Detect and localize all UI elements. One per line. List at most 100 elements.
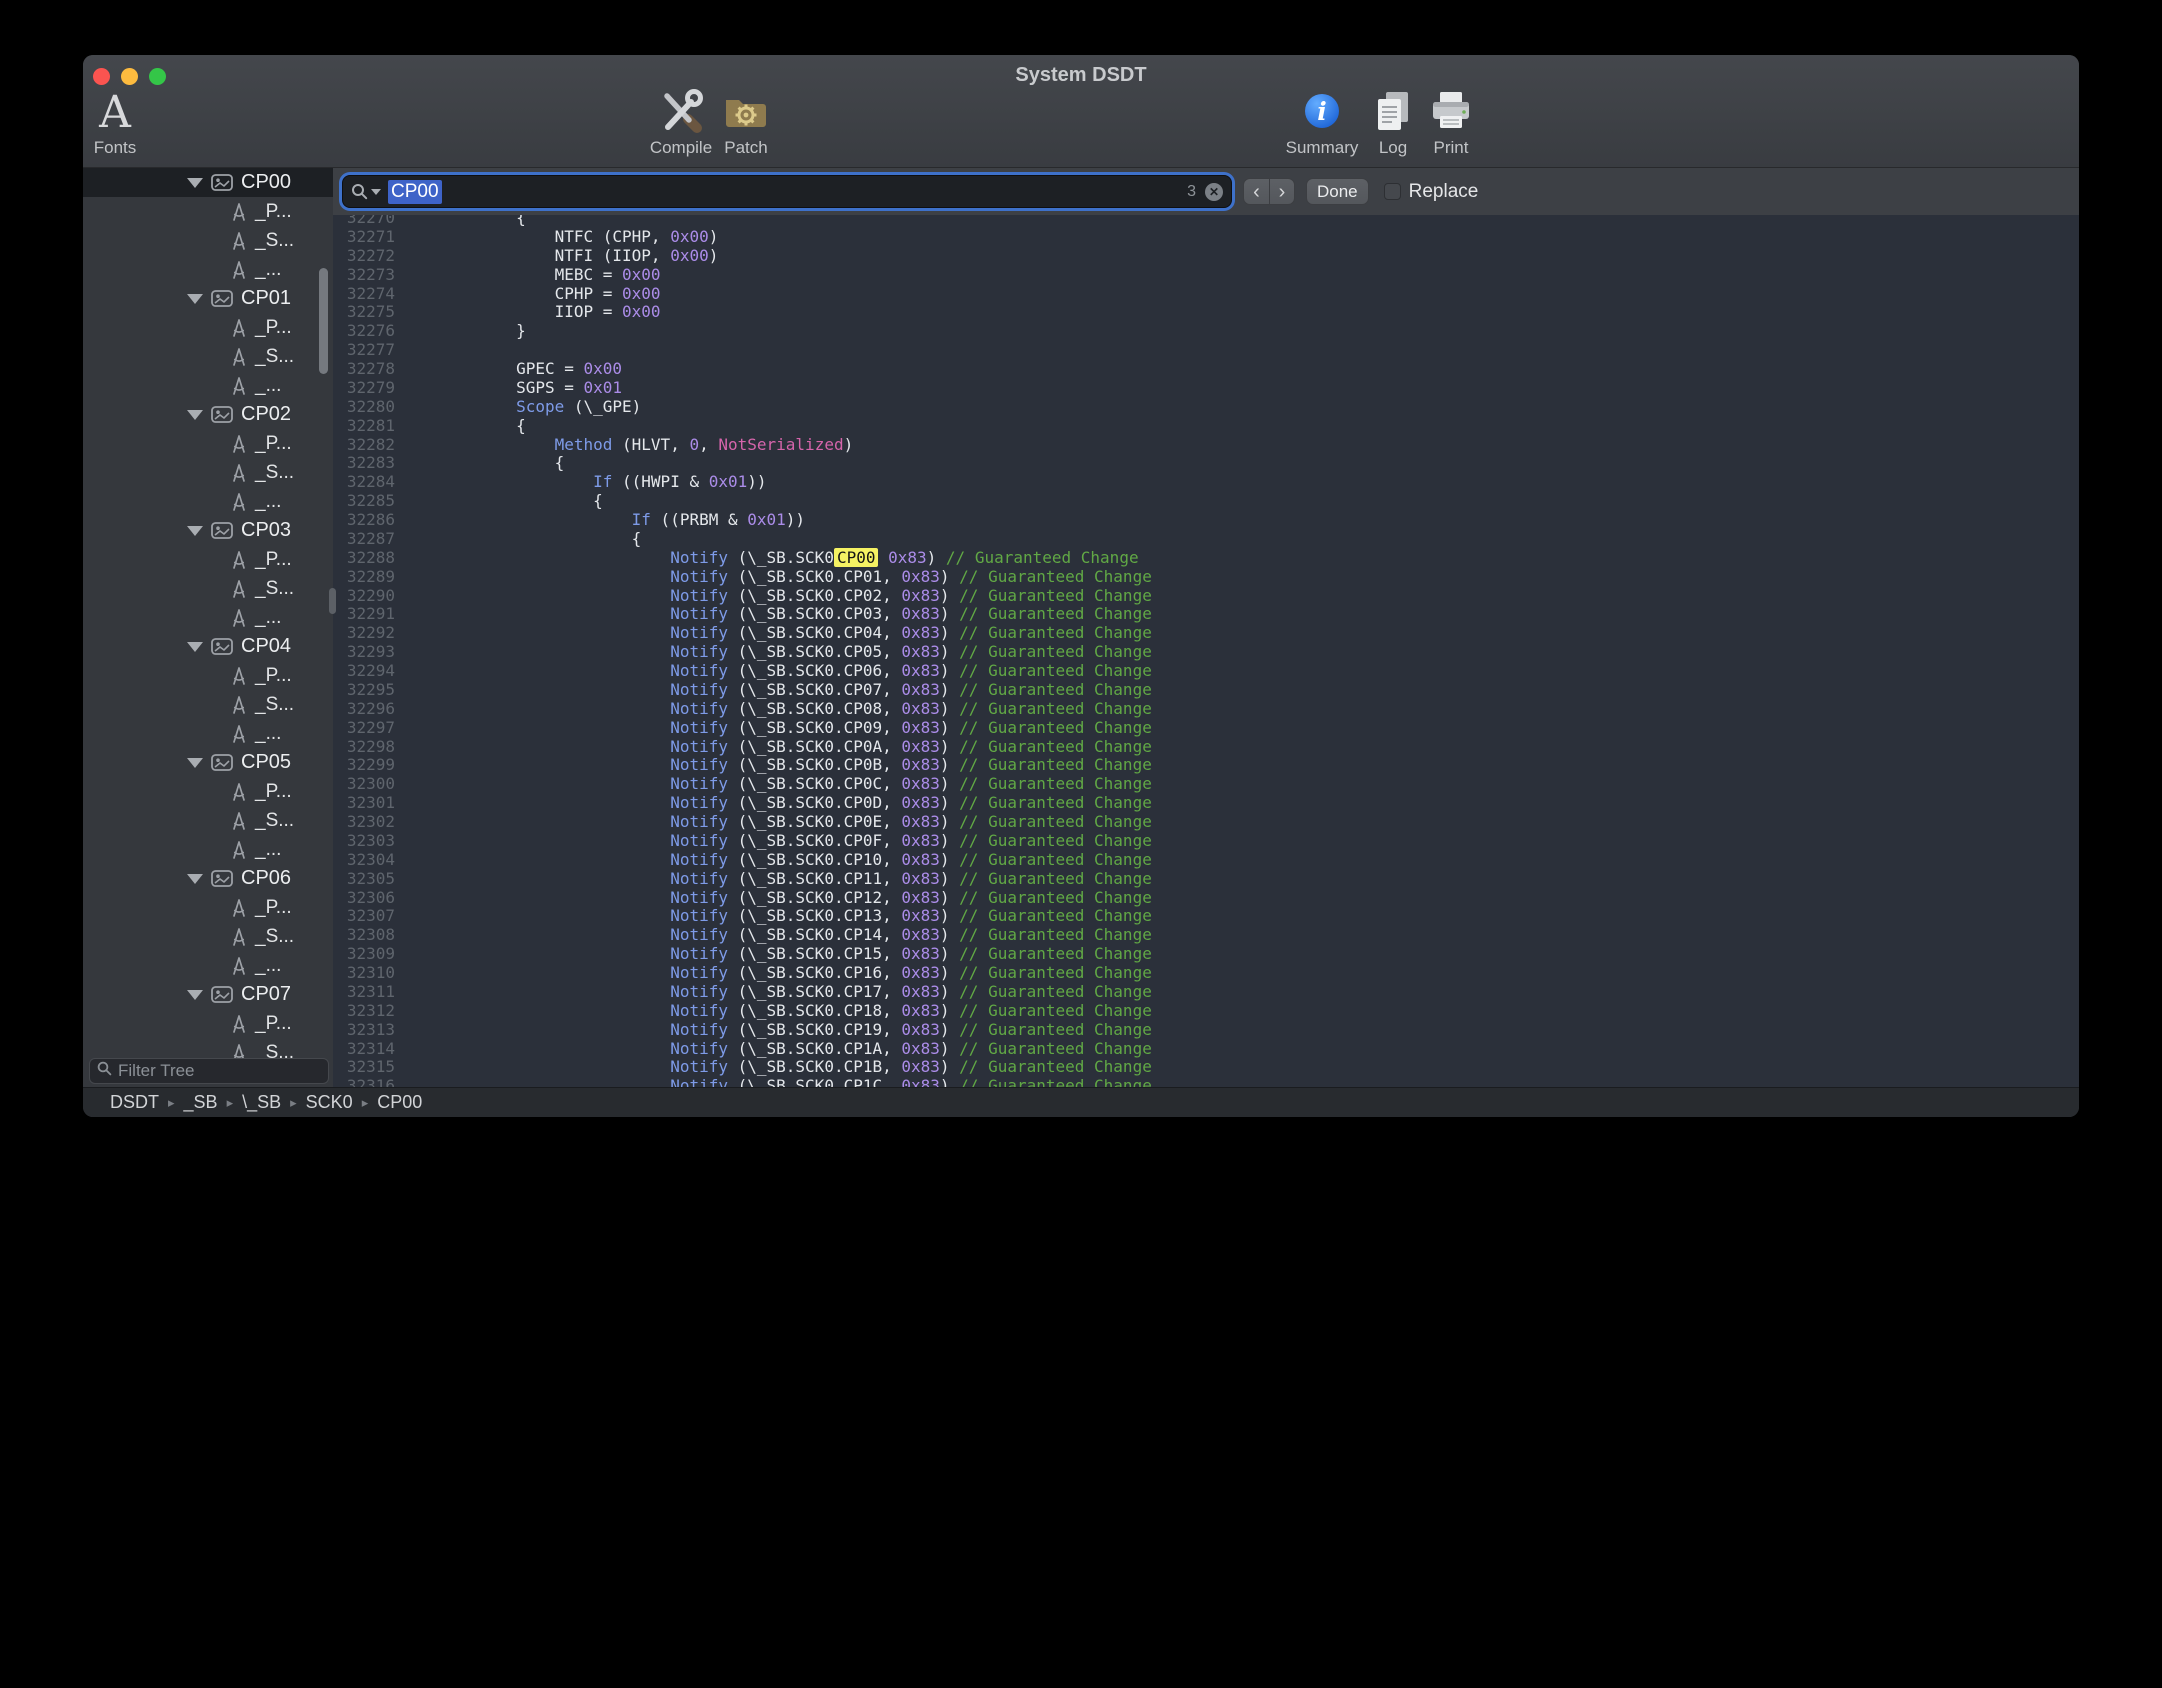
breadcrumb-item[interactable]: SCK0 [306, 1092, 353, 1113]
search-input[interactable]: CP00 3 ✕ [343, 176, 1231, 207]
tree-child-item[interactable]: _S... [83, 690, 333, 719]
breadcrumb-separator-icon: ▸ [362, 1095, 369, 1111]
tree-child-item[interactable]: _S... [83, 574, 333, 603]
next-match-button[interactable]: › [1269, 178, 1295, 205]
print-label: Print [1403, 138, 1499, 158]
disclosure-triangle-icon[interactable] [187, 294, 203, 304]
scope-icon [211, 406, 233, 423]
sidebar: CP00_P..._S..._...CP01_P..._S..._...CP02… [83, 168, 333, 1087]
tree-child-item[interactable]: _S... [83, 342, 333, 371]
tree-child-item[interactable]: _P... [83, 545, 333, 574]
tree-child-item[interactable]: _P... [83, 429, 333, 458]
disclosure-triangle-icon[interactable] [187, 642, 203, 652]
line-number: 32302 [333, 813, 395, 832]
tree-child-label: _S... [255, 1042, 294, 1059]
tree-item-label: CP05 [241, 751, 291, 774]
breadcrumb-item[interactable]: CP00 [377, 1092, 422, 1113]
window-title: System DSDT [83, 64, 2079, 87]
tree-child-item[interactable]: _... [83, 719, 333, 748]
replace-checkbox[interactable] [1384, 183, 1401, 200]
code-line: 32273 MEBC = 0x00 [333, 266, 2079, 285]
line-number: 32300 [333, 775, 395, 794]
tree-child-item[interactable]: _P... [83, 661, 333, 690]
tree-item-label: CP07 [241, 983, 291, 1006]
tree-item-cp01[interactable]: CP01 [83, 284, 333, 313]
tree-child-item[interactable]: _P... [83, 893, 333, 922]
tree-child-label: _... [255, 955, 281, 977]
tree-child-label: _... [255, 375, 281, 397]
line-number: 32282 [333, 436, 395, 455]
code-line: 32305 Notify (\_SB.SCK0.CP11, 0x83) // G… [333, 870, 2079, 889]
disclosure-triangle-icon[interactable] [187, 874, 203, 884]
tree-child-item[interactable]: _... [83, 603, 333, 632]
code-editor[interactable]: 32270 {32271 NTFC (CPHP, 0x00)32272 NTFI… [333, 215, 2079, 1087]
line-number: 32303 [333, 832, 395, 851]
breadcrumb: DSDT▸_SB▸\_SB▸SCK0▸CP00 [83, 1087, 2079, 1117]
filter-tree-input[interactable] [118, 1061, 333, 1081]
line-number: 32315 [333, 1058, 395, 1077]
code-line: 32297 Notify (\_SB.SCK0.CP09, 0x83) // G… [333, 719, 2079, 738]
previous-match-button[interactable]: ‹ [1243, 178, 1269, 205]
tree-child-item[interactable]: _S... [83, 1038, 333, 1058]
code-line: 32308 Notify (\_SB.SCK0.CP14, 0x83) // G… [333, 926, 2079, 945]
patch-button[interactable]: Patch [698, 89, 794, 158]
tree-child-item[interactable]: _P... [83, 777, 333, 806]
disclosure-triangle-icon[interactable] [187, 178, 203, 188]
code-line: 32307 Notify (\_SB.SCK0.CP13, 0x83) // G… [333, 907, 2079, 926]
tree-child-item[interactable]: _... [83, 371, 333, 400]
tree-item-cp03[interactable]: CP03 [83, 516, 333, 545]
tree-child-item[interactable]: _P... [83, 197, 333, 226]
match-nav-group: ‹ › [1243, 178, 1295, 205]
tree-child-item[interactable]: _S... [83, 922, 333, 951]
disclosure-triangle-icon[interactable] [187, 526, 203, 536]
tree-item-cp05[interactable]: CP05 [83, 748, 333, 777]
tree-child-item[interactable]: _... [83, 487, 333, 516]
search-scope-chevron-icon[interactable] [371, 189, 381, 195]
print-icon [1429, 90, 1473, 137]
tree-item-cp06[interactable]: CP06 [83, 864, 333, 893]
disclosure-triangle-icon[interactable] [187, 410, 203, 420]
line-number: 32308 [333, 926, 395, 945]
code-line: 32285 { [333, 492, 2079, 511]
tree-child-item[interactable]: _... [83, 951, 333, 980]
window-header: System DSDT A Fonts Compile [83, 55, 2079, 168]
breadcrumb-item[interactable]: DSDT [110, 1092, 159, 1113]
clear-search-icon[interactable]: ✕ [1205, 183, 1223, 201]
tree-item-cp07[interactable]: CP07 [83, 980, 333, 1009]
line-number: 32283 [333, 454, 395, 473]
disclosure-triangle-icon[interactable] [187, 758, 203, 768]
tree-item-cp00[interactable]: CP00 [83, 168, 333, 197]
done-button[interactable]: Done [1306, 178, 1369, 205]
tree-child-item[interactable]: _... [83, 255, 333, 284]
code-line: 32295 Notify (\_SB.SCK0.CP07, 0x83) // G… [333, 681, 2079, 700]
sidebar-scrollbar[interactable] [319, 268, 328, 374]
method-icon [231, 347, 247, 367]
breadcrumb-item[interactable]: \_SB [242, 1092, 281, 1113]
tree-child-item[interactable]: _S... [83, 226, 333, 255]
tree-item-cp02[interactable]: CP02 [83, 400, 333, 429]
print-button[interactable]: Print [1403, 89, 1499, 158]
code-line: 32299 Notify (\_SB.SCK0.CP0B, 0x83) // G… [333, 756, 2079, 775]
tree-item-label: CP03 [241, 519, 291, 542]
disclosure-triangle-icon[interactable] [187, 990, 203, 1000]
summary-icon: i [1303, 92, 1341, 135]
splitter-handle-icon[interactable] [329, 588, 336, 614]
line-number: 32297 [333, 719, 395, 738]
search-icon[interactable] [351, 183, 368, 200]
line-number: 32295 [333, 681, 395, 700]
line-number: 32285 [333, 492, 395, 511]
tree-child-item[interactable]: _S... [83, 806, 333, 835]
fonts-button[interactable]: A Fonts [83, 89, 163, 158]
tree-item-cp04[interactable]: CP04 [83, 632, 333, 661]
scope-icon [211, 638, 233, 655]
tree-child-item[interactable]: _... [83, 835, 333, 864]
tree-child-item[interactable]: _P... [83, 1009, 333, 1038]
tree-child-item[interactable]: _S... [83, 458, 333, 487]
line-number: 32316 [333, 1077, 395, 1087]
line-number: 32289 [333, 568, 395, 587]
code-line: 32279 SGPS = 0x01 [333, 379, 2079, 398]
tree-child-item[interactable]: _P... [83, 313, 333, 342]
code-line: 32315 Notify (\_SB.SCK0.CP1B, 0x83) // G… [333, 1058, 2079, 1077]
line-number: 32296 [333, 700, 395, 719]
breadcrumb-item[interactable]: _SB [184, 1092, 218, 1113]
